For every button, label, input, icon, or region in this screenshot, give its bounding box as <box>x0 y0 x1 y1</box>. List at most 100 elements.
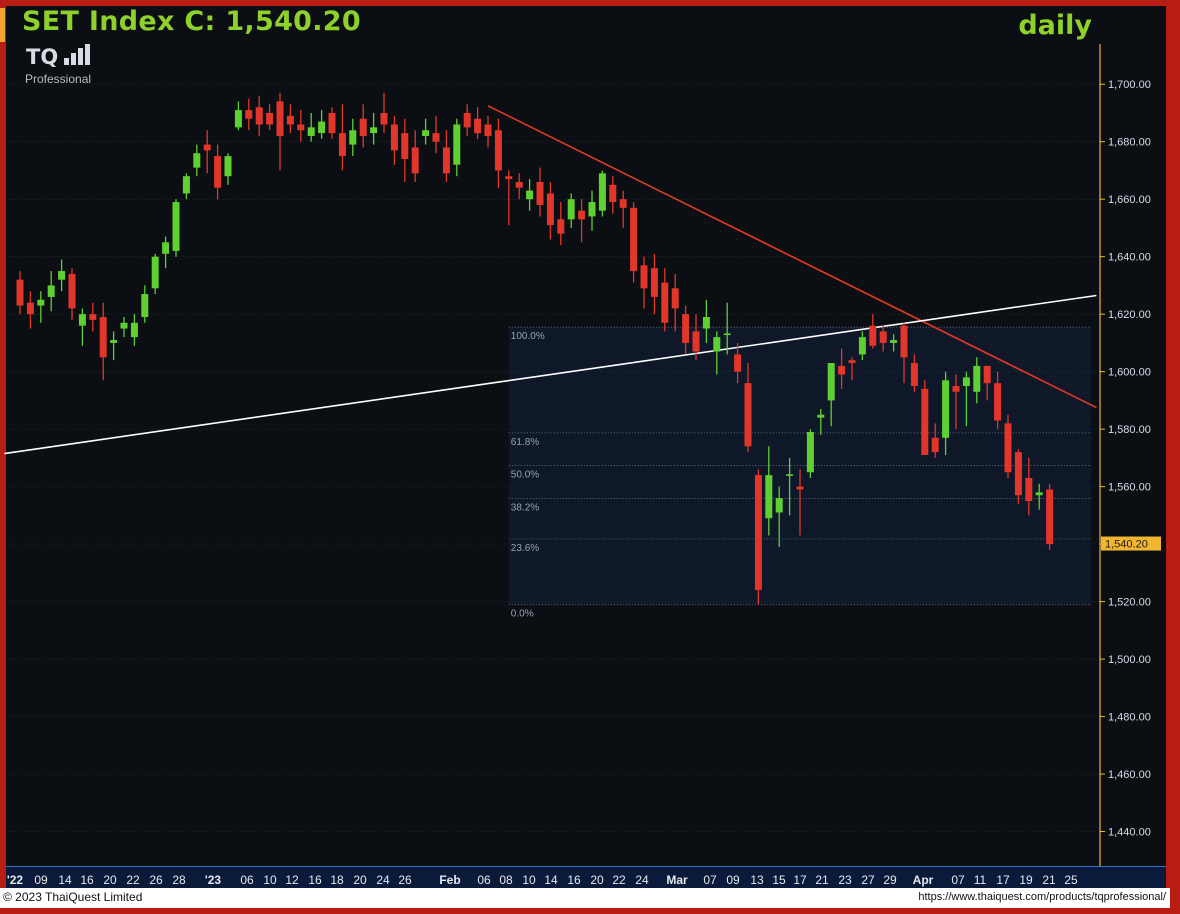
x-tick-label: 17 <box>996 873 1010 887</box>
x-tick-label: 07 <box>951 873 965 887</box>
candle-down <box>640 265 648 289</box>
candle-up <box>224 156 232 177</box>
x-tick-label: 14 <box>58 873 72 887</box>
logo-mark-text: TQ <box>26 45 58 69</box>
fib-level-label: 100.0% <box>511 331 545 342</box>
candle-up <box>162 242 170 254</box>
candle-up <box>973 365 981 392</box>
x-tick-label: '23 <box>205 873 222 887</box>
candle-up <box>817 414 825 418</box>
last-price-label: 1,540.20 <box>1105 539 1148 551</box>
candle-down <box>650 268 658 297</box>
candle-up <box>307 127 315 136</box>
x-tick-label: 08 <box>499 873 513 887</box>
x-tick-label: 12 <box>285 873 299 887</box>
candle-up <box>942 380 950 438</box>
candle-down <box>359 118 367 136</box>
candle-down <box>1004 423 1012 473</box>
chart-title: SET Index C: 1,540.20 <box>22 6 361 37</box>
candle-down <box>921 388 929 455</box>
candle-down <box>328 112 336 134</box>
candlestick-chart: 1,440.00 1,460.00 1,480.00 1,500.00 1,520.00… <box>0 6 1170 908</box>
candle-down <box>546 193 554 226</box>
candle-down <box>578 210 586 220</box>
x-tick-label: 09 <box>726 873 740 887</box>
x-tick-label: Feb <box>439 873 460 887</box>
candle-down <box>484 124 492 136</box>
footer-url[interactable]: https://www.thaiquest.com/products/tqpro… <box>918 891 1166 903</box>
x-tick-label: 22 <box>126 873 140 887</box>
x-tick-label: 18 <box>330 873 344 887</box>
fib-level-label: 23.6% <box>511 543 539 554</box>
x-tick-label: 19 <box>1019 873 1033 887</box>
candle-up <box>422 130 430 136</box>
candle-up <box>318 121 326 134</box>
fib-level-label: 0.0% <box>511 609 534 620</box>
x-tick-label: 24 <box>635 873 649 887</box>
candle-up <box>588 202 596 217</box>
candle-up <box>193 153 201 168</box>
x-tick-label: 26 <box>149 873 163 887</box>
candle-down <box>401 133 409 159</box>
candle-down <box>671 288 679 309</box>
x-axis-line <box>6 866 1166 867</box>
candle-up <box>713 337 721 352</box>
candle-down <box>910 363 918 387</box>
x-tick-label: 29 <box>883 873 897 887</box>
y-tick-label: 1,700.00 <box>1108 79 1151 91</box>
x-tick-label: Mar <box>666 873 688 887</box>
candle-up <box>890 340 898 343</box>
x-tick-label: 07 <box>703 873 717 887</box>
x-tick-label: 21 <box>815 873 829 887</box>
candle-down <box>505 176 513 180</box>
x-tick-label: 10 <box>263 873 277 887</box>
candle-up <box>702 317 710 329</box>
candle-up <box>78 314 86 326</box>
fib-level-label: 38.2% <box>511 502 539 513</box>
candle-up <box>526 190 534 200</box>
candle-up <box>370 127 378 134</box>
x-tick-label: 25 <box>1064 873 1078 887</box>
candle-up <box>234 110 242 128</box>
candle-up <box>47 285 55 297</box>
candle-down <box>99 317 107 358</box>
candle-up <box>775 498 783 513</box>
candle-down <box>682 314 690 343</box>
copyright-text: © 2023 ThaiQuest Limited <box>3 890 143 904</box>
candle-down <box>619 199 627 208</box>
candle-down <box>796 486 804 490</box>
candle-down <box>26 302 34 315</box>
x-tick-label: 20 <box>103 873 117 887</box>
candle-down <box>16 279 24 306</box>
candle-down <box>474 118 482 134</box>
x-tick-label: 28 <box>172 873 186 887</box>
candle-down <box>255 107 263 125</box>
candle-down <box>442 147 450 174</box>
x-tick-label: 16 <box>80 873 94 887</box>
candle-down <box>1014 452 1022 496</box>
candle-down <box>869 325 877 346</box>
fib-level-label: 61.8% <box>511 437 539 448</box>
x-tick-label: 27 <box>861 873 875 887</box>
candle-up <box>567 199 575 220</box>
y-tick-label: 1,440.00 <box>1108 827 1151 839</box>
candle-down <box>744 383 752 447</box>
candle-up <box>110 340 118 343</box>
candle-down <box>203 144 211 151</box>
candle-down <box>380 112 388 125</box>
x-tick-label: 06 <box>477 873 491 887</box>
y-tick-label: 1,580.00 <box>1108 424 1151 436</box>
candle-up <box>58 271 66 280</box>
candle-down <box>68 273 76 309</box>
candle-up <box>1035 492 1043 496</box>
x-tick-label: 22 <box>612 873 626 887</box>
x-tick-label: 20 <box>353 873 367 887</box>
y-tick-label: 1,640.00 <box>1108 252 1151 264</box>
x-tick-label: 24 <box>376 873 390 887</box>
candle-down <box>754 475 762 591</box>
candle-down <box>338 133 346 157</box>
candle-up <box>37 299 45 306</box>
candle-down <box>266 112 274 125</box>
candle-down <box>692 331 700 352</box>
y-tick-label: 1,680.00 <box>1108 137 1151 149</box>
